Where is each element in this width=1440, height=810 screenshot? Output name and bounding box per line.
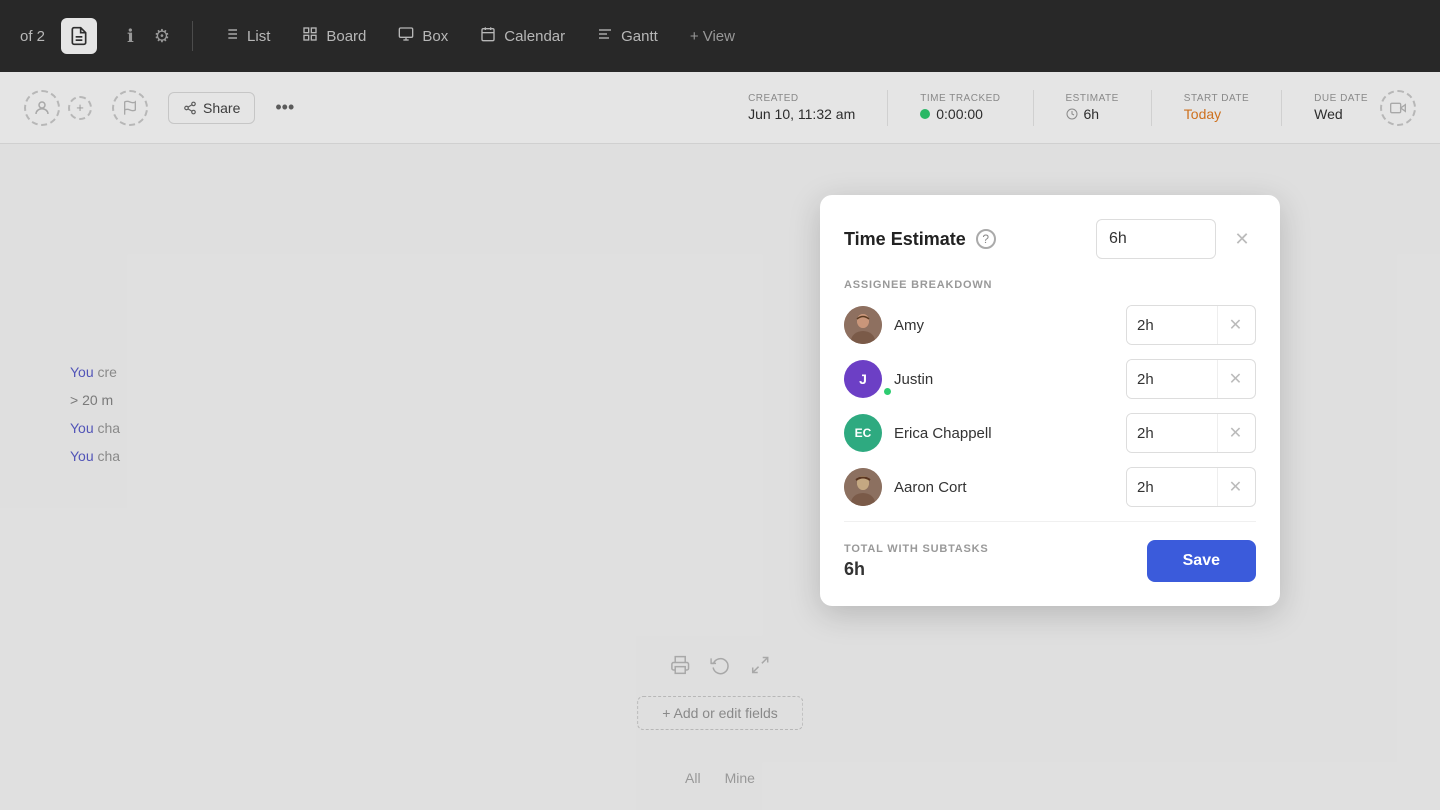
popup-title: Time Estimate (844, 229, 966, 250)
justin-time-input[interactable] (1127, 360, 1217, 398)
assignee-row-aaron: Aaron Cort ✕ (844, 467, 1256, 507)
footer-total-value: 6h (844, 559, 989, 580)
justin-avatar-wrapper: J (844, 360, 894, 398)
justin-remove-button[interactable]: ✕ (1217, 360, 1253, 398)
justin-input-wrap: ✕ (1126, 359, 1256, 399)
time-estimate-popup: Time Estimate ? ✕ ASSIGNEE BREAKDOWN Amy (820, 195, 1280, 606)
amy-name: Amy (894, 317, 1126, 334)
aaron-time-input[interactable] (1127, 468, 1217, 506)
total-time-input[interactable] (1096, 219, 1216, 259)
justin-name: Justin (894, 371, 1126, 388)
erica-input-wrap: ✕ (1126, 413, 1256, 453)
help-icon[interactable]: ? (976, 229, 996, 249)
assignee-breakdown-label: ASSIGNEE BREAKDOWN (844, 279, 1256, 291)
erica-time-input[interactable] (1127, 414, 1217, 452)
amy-avatar-wrapper (844, 306, 894, 344)
justin-online-indicator (882, 386, 893, 397)
erica-remove-button[interactable]: ✕ (1217, 414, 1253, 452)
amy-time-input[interactable] (1127, 306, 1217, 344)
amy-remove-button[interactable]: ✕ (1217, 306, 1253, 344)
aaron-avatar (844, 468, 882, 506)
footer-total-section: TOTAL WITH SUBTASKS 6h (844, 543, 989, 580)
aaron-input-wrap: ✕ (1126, 467, 1256, 507)
popup-title-row: Time Estimate ? (844, 229, 996, 250)
assignee-row-justin: J Justin ✕ (844, 359, 1256, 399)
amy-input-wrap: ✕ (1126, 305, 1256, 345)
popup-footer: TOTAL WITH SUBTASKS 6h Save (844, 521, 1256, 582)
aaron-name: Aaron Cort (894, 479, 1126, 496)
save-button[interactable]: Save (1147, 540, 1256, 582)
erica-name: Erica Chappell (894, 425, 1126, 442)
erica-avatar: EC (844, 414, 882, 452)
assignee-row-erica: EC Erica Chappell ✕ (844, 413, 1256, 453)
amy-avatar (844, 306, 882, 344)
popup-close-button[interactable]: ✕ (1228, 225, 1256, 253)
footer-label: TOTAL WITH SUBTASKS (844, 543, 989, 555)
justin-avatar: J (844, 360, 882, 398)
aaron-remove-button[interactable]: ✕ (1217, 468, 1253, 506)
total-input-row: ✕ (1096, 219, 1256, 259)
popup-header: Time Estimate ? ✕ (844, 219, 1256, 259)
assignee-row-amy: Amy ✕ (844, 305, 1256, 345)
